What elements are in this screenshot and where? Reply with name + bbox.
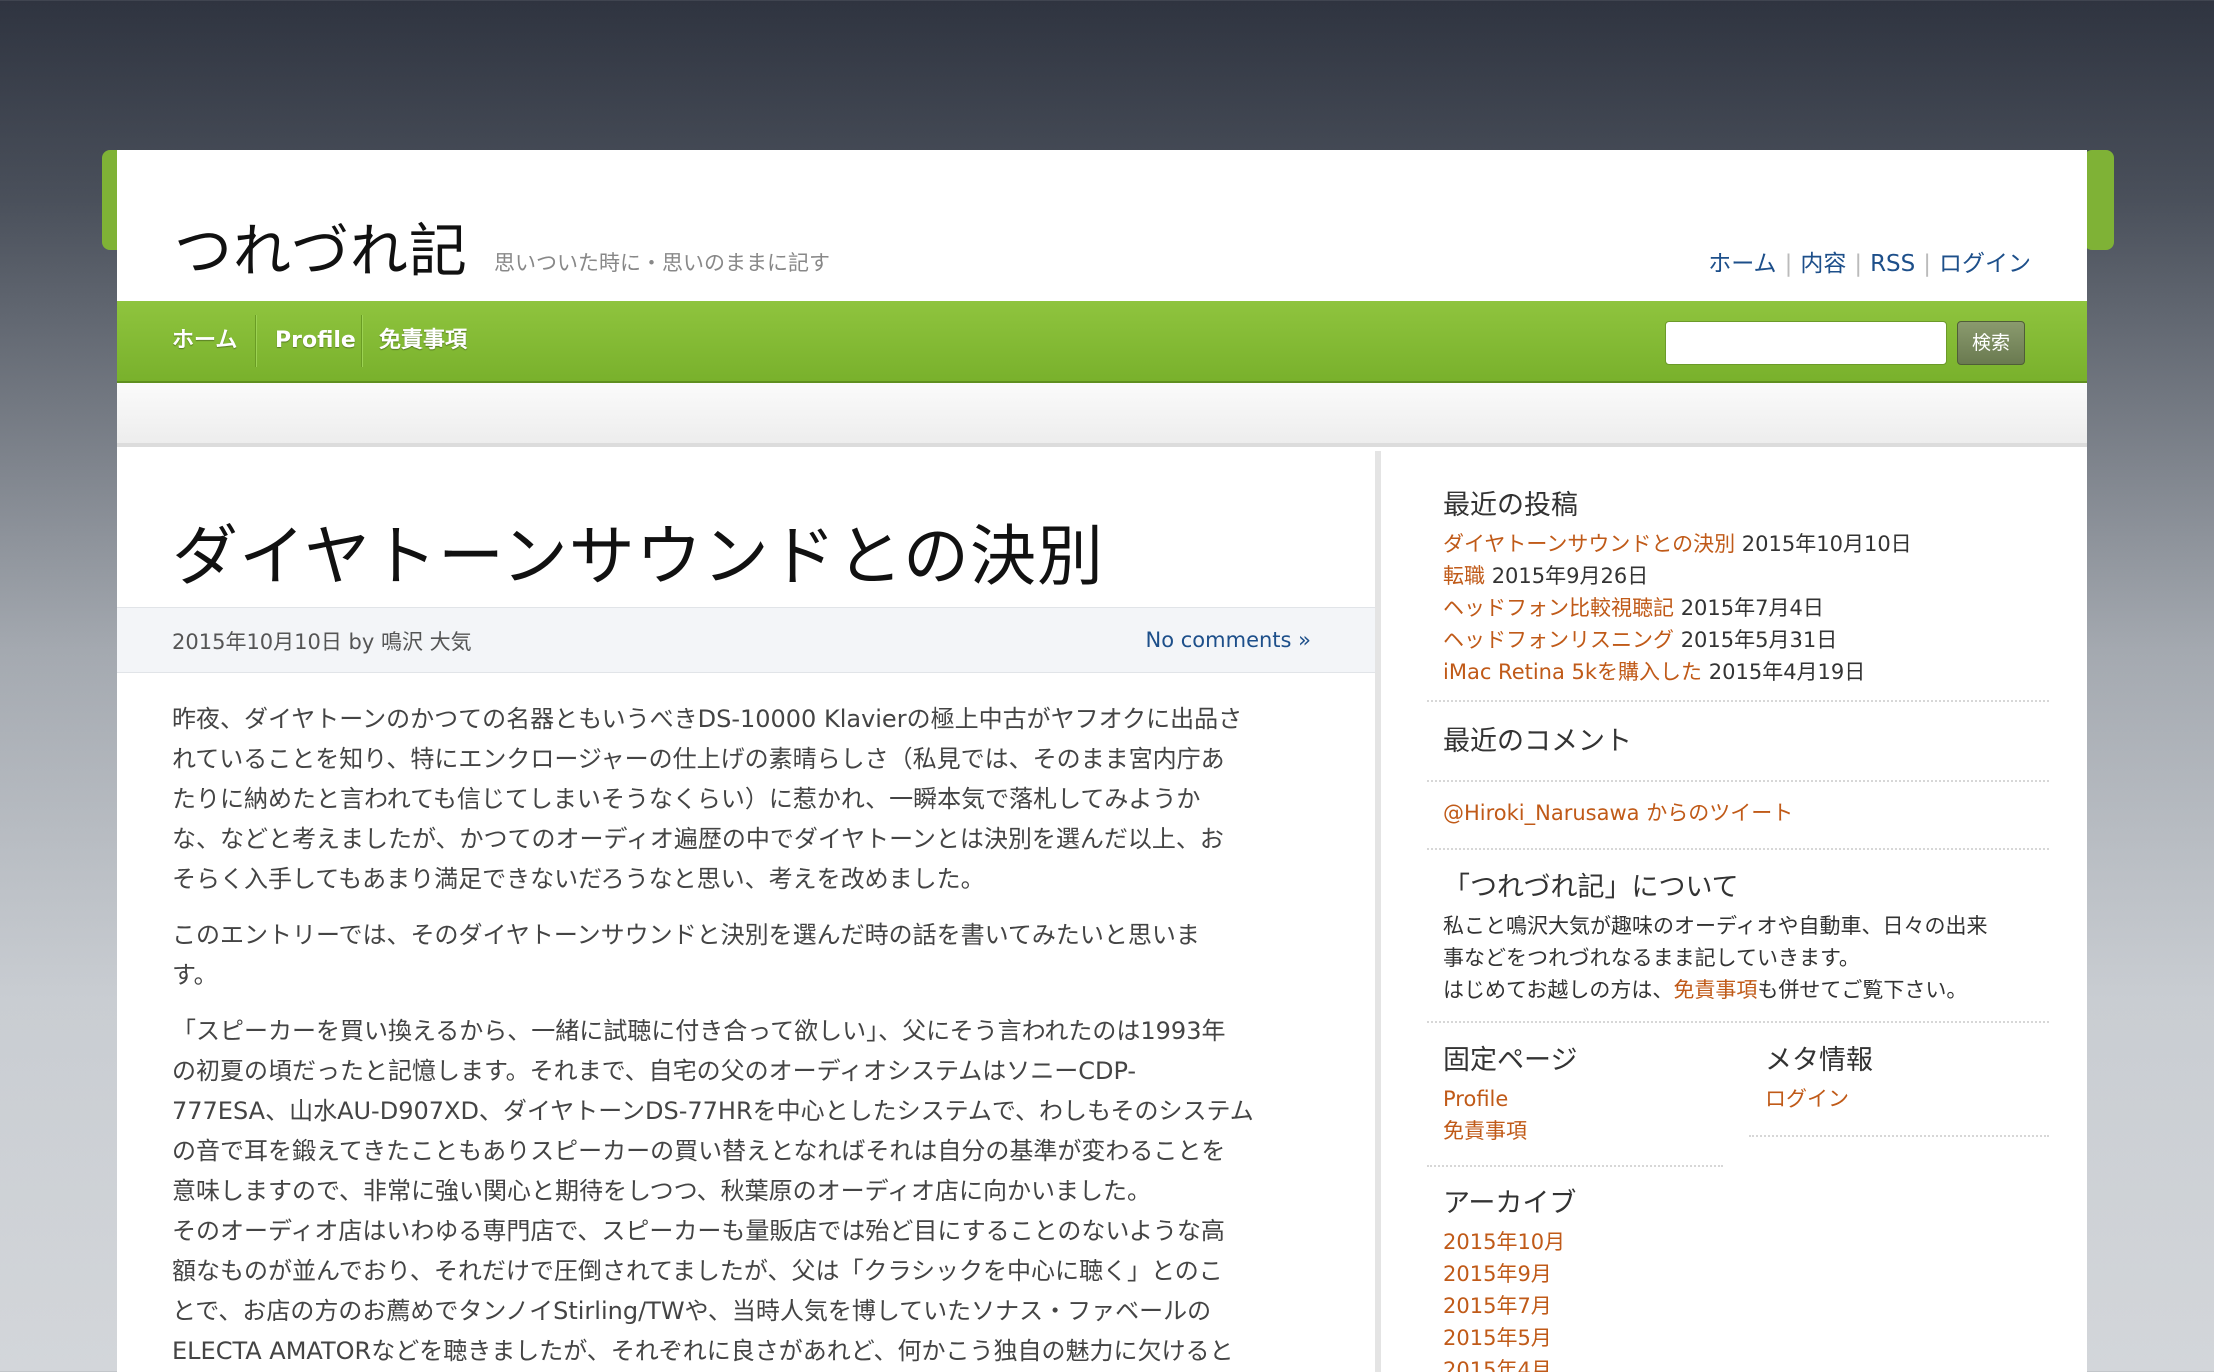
recent-post-link[interactable]: iMac Retina 5kを購入した <box>1443 660 1702 684</box>
paragraph: 「スピーカーを買い換えるから、一緒に試聴に付き合って欲しい」、父にそう言われたの… <box>172 1011 1322 1211</box>
recent-post-link[interactable]: ヘッドフォン比較視聴記 <box>1443 596 1674 620</box>
top-links: ホーム | 内容 | RSS | ログイン <box>1708 244 2031 278</box>
recent-post-item: iMac Retina 5kを購入した 2015年4月19日 <box>1443 656 1912 688</box>
about-line: 私こと鳴沢大気が趣味のオーディオや自動車、日々の出来 <box>1443 914 1988 938</box>
main-nav: ホーム Profile 免責事項 検索 <box>117 301 2087 383</box>
post-meta-bar: 2015年10月10日 by 鳴沢 大気 No comments » <box>117 607 1375 673</box>
nav-item-home[interactable]: ホーム <box>172 301 237 381</box>
text-line: す。 <box>172 961 218 989</box>
page-container: つれづれ記 思いついた時に・思いのままに記す ホーム | 内容 | RSS | ログイン ホ… <box>117 150 2087 1372</box>
text-line: 「スピーカーを買い換えるから、一緒に試聴に付き合って欲しい」、父にそう言われたの… <box>172 1017 1226 1045</box>
widget-title: 「つれづれ記」について <box>1443 872 1739 903</box>
widget-meta: メタ情報 ログイン <box>1765 1038 1873 1115</box>
nav-item-profile[interactable]: Profile <box>275 301 356 381</box>
site-tagline: 思いついた時に・思いのままに記す <box>494 251 830 275</box>
text-line: 777ESA、山水AU-D907XD、ダイヤトーンDS-77HRを中心としたシス… <box>172 1097 1254 1125</box>
divider <box>1427 848 2049 850</box>
paragraph: 昨夜、ダイヤトーンのかつての名器ともいうべきDS-10000 Klavierの極… <box>172 699 1322 899</box>
text-line: たりに納めたと言われても信じてしまいそうなくらい）に惹かれ、一瞬本気で落札してみ… <box>172 785 1201 813</box>
widget-title: メタ情報 <box>1765 1045 1873 1076</box>
comments-link[interactable]: No comments » <box>1146 628 1311 652</box>
text-line: 意味しますので、非常に強い関心と期待をしつつ、秋葉原のオーディオ店に向かいました… <box>172 1177 1151 1205</box>
widget-recent-comments: 最近のコメント <box>1443 719 1632 758</box>
recent-post-date: 2015年5月31日 <box>1680 628 1838 652</box>
widget-twitter: @Hiroki_Narusawa からのツイート <box>1443 797 1793 829</box>
archive-link[interactable]: 2015年5月 <box>1443 1326 1552 1350</box>
divider <box>1427 700 2049 702</box>
archive-link[interactable]: 2015年10月 <box>1443 1230 1565 1254</box>
search-button[interactable]: 検索 <box>1957 321 2025 365</box>
widget-title: 最近のコメント <box>1443 726 1632 757</box>
site-header: つれづれ記 思いついた時に・思いのままに記す ホーム | 内容 | RSS | ログイン <box>117 150 2087 301</box>
top-link-rss[interactable]: RSS <box>1870 251 1915 277</box>
separator: | <box>1923 251 1931 277</box>
page-link-profile[interactable]: Profile <box>1443 1087 1508 1111</box>
twitter-link[interactable]: @Hiroki_Narusawa からのツイート <box>1443 801 1793 825</box>
top-link-home[interactable]: ホーム <box>1708 251 1776 277</box>
archive-link[interactable]: 2015年4月 <box>1443 1358 1552 1372</box>
text-line: の初夏の頃だったと記憶します。それまで、自宅の父のオーディオシステムはソニーCD… <box>172 1057 1137 1085</box>
widget-archive: アーカイブ 2015年10月 2015年9月 2015年7月 2015年5月 2… <box>1443 1181 1576 1372</box>
search-input[interactable] <box>1665 321 1947 365</box>
archive-link[interactable]: 2015年9月 <box>1443 1262 1552 1286</box>
ribbon-right <box>2084 150 2114 250</box>
sub-bar <box>117 383 2087 447</box>
about-text: 私こと鳴沢大気が趣味のオーディオや自動車、日々の出来 事などをつれづれなるまま記… <box>1443 910 2043 1006</box>
top-link-login[interactable]: ログイン <box>1939 251 2031 277</box>
widget-title: 固定ページ <box>1443 1045 1578 1076</box>
recent-post-item: ヘッドフォン比較視聴記 2015年7月4日 <box>1443 592 1912 624</box>
post-body: 昨夜、ダイヤトーンのかつての名器ともいうべきDS-10000 Klavierの極… <box>172 699 1322 1372</box>
text-line: とで、お店の方のお薦めでタンノイStirling/TWや、当時人気を博していたソ… <box>172 1297 1212 1325</box>
text-line: このエントリーでは、そのダイヤトーンサウンドと決別を選んだ時の話を書いてみたいと… <box>172 921 1200 949</box>
page-link-disclaimer[interactable]: 免責事項 <box>1443 1119 1527 1143</box>
text-line: の音で耳を鍛えてきたこともありスピーカーの買い替えとなればそれは自分の基準が変わ… <box>172 1137 1226 1165</box>
about-line: はじめてお越しの方は、 <box>1443 978 1674 1002</box>
text-line: ELECTA AMATORなどを聴きましたが、それぞれに良さがあれど、何かこう独… <box>172 1337 1234 1365</box>
paragraph: そのオーディオ店はいわゆる専門店で、スピーカーも量販店では殆ど目にすることのない… <box>172 1211 1322 1371</box>
widget-title: アーカイブ <box>1443 1188 1577 1219</box>
widget-pages: 固定ページ Profile 免責事項 <box>1443 1038 1577 1147</box>
divider <box>1427 1165 1723 1167</box>
separator: | <box>1784 251 1793 277</box>
recent-post-item: ダイヤトーンサウンドとの決別 2015年10月10日 <box>1443 528 1912 560</box>
nav-item-disclaimer[interactable]: 免責事項 <box>379 301 467 381</box>
recent-post-item: 転職 2015年9月26日 <box>1443 560 1912 592</box>
divider <box>1427 780 2049 782</box>
recent-post-link[interactable]: ヘッドフォンリスニング <box>1443 628 1674 652</box>
divider <box>1427 1021 2049 1023</box>
recent-post-date: 2015年7月4日 <box>1680 596 1824 620</box>
text-line: な、などと考えましたが、かつてのオーディオ遍歴の中でダイヤトーンとは決別を選んだ… <box>172 825 1224 853</box>
text-line: 昨夜、ダイヤトーンのかつての名器ともいうべきDS-10000 Klavierの極… <box>172 705 1243 733</box>
text-line: れていることを知り、特にエンクロージャーの仕上げの素晴らしさ（私見では、そのまま… <box>172 745 1225 773</box>
sidebar: 最近の投稿 ダイヤトーンサウンドとの決別 2015年10月10日 転職 2015… <box>1387 451 2087 1372</box>
post-meta: 2015年10月10日 by 鳴沢 大気 <box>172 630 472 654</box>
about-line: も併せてご覧下さい。 <box>1757 978 1968 1002</box>
recent-post-item: ヘッドフォンリスニング 2015年5月31日 <box>1443 624 1912 656</box>
widget-title: 最近の投稿 <box>1443 490 1578 521</box>
widget-about: 「つれづれ記」について 私こと鳴沢大気が趣味のオーディオや自動車、日々の出来 事… <box>1443 865 2043 1006</box>
top-link-contents[interactable]: 内容 <box>1800 251 1846 277</box>
paragraph: このエントリーでは、そのダイヤトーンサウンドと決別を選んだ時の話を書いてみたいと… <box>172 915 1322 995</box>
recent-post-date: 2015年10月10日 <box>1741 532 1912 556</box>
divider <box>1749 1135 2049 1137</box>
about-line: 事などをつれづれなるまま記していきます。 <box>1443 946 1860 970</box>
site-title[interactable]: つれづれ記 <box>174 204 468 288</box>
recent-post-date: 2015年9月26日 <box>1491 564 1649 588</box>
recent-post-link[interactable]: ダイヤトーンサウンドとの決別 <box>1443 532 1735 556</box>
main-content: ダイヤトーンサウンドとの決別 2015年10月10日 by 鳴沢 大気 No c… <box>117 451 1381 1372</box>
meta-link-login[interactable]: ログイン <box>1765 1087 1849 1111</box>
nav-divider <box>361 315 363 367</box>
text-line: 額なものが並んでおり、それだけで圧倒されてましたが、父は「クラシックを中心に聴く… <box>172 1257 1223 1285</box>
post-title[interactable]: ダイヤトーンサウンドとの決別 <box>172 503 1104 599</box>
widget-recent-posts: 最近の投稿 ダイヤトーンサウンドとの決別 2015年10月10日 転職 2015… <box>1443 483 1912 688</box>
text-line: そのオーディオ店はいわゆる専門店で、スピーカーも量販店では殆ど目にすることのない… <box>172 1217 1225 1245</box>
nav-divider <box>255 315 257 367</box>
recent-post-date: 2015年4月19日 <box>1708 660 1866 684</box>
about-disclaimer-link[interactable]: 免責事項 <box>1673 978 1757 1002</box>
recent-post-link[interactable]: 転職 <box>1443 564 1485 588</box>
separator: | <box>1854 251 1863 277</box>
archive-link[interactable]: 2015年7月 <box>1443 1294 1552 1318</box>
text-line: そらく入手してもあまり満足できないだろうなと思い、考えを改めました。 <box>172 865 985 893</box>
